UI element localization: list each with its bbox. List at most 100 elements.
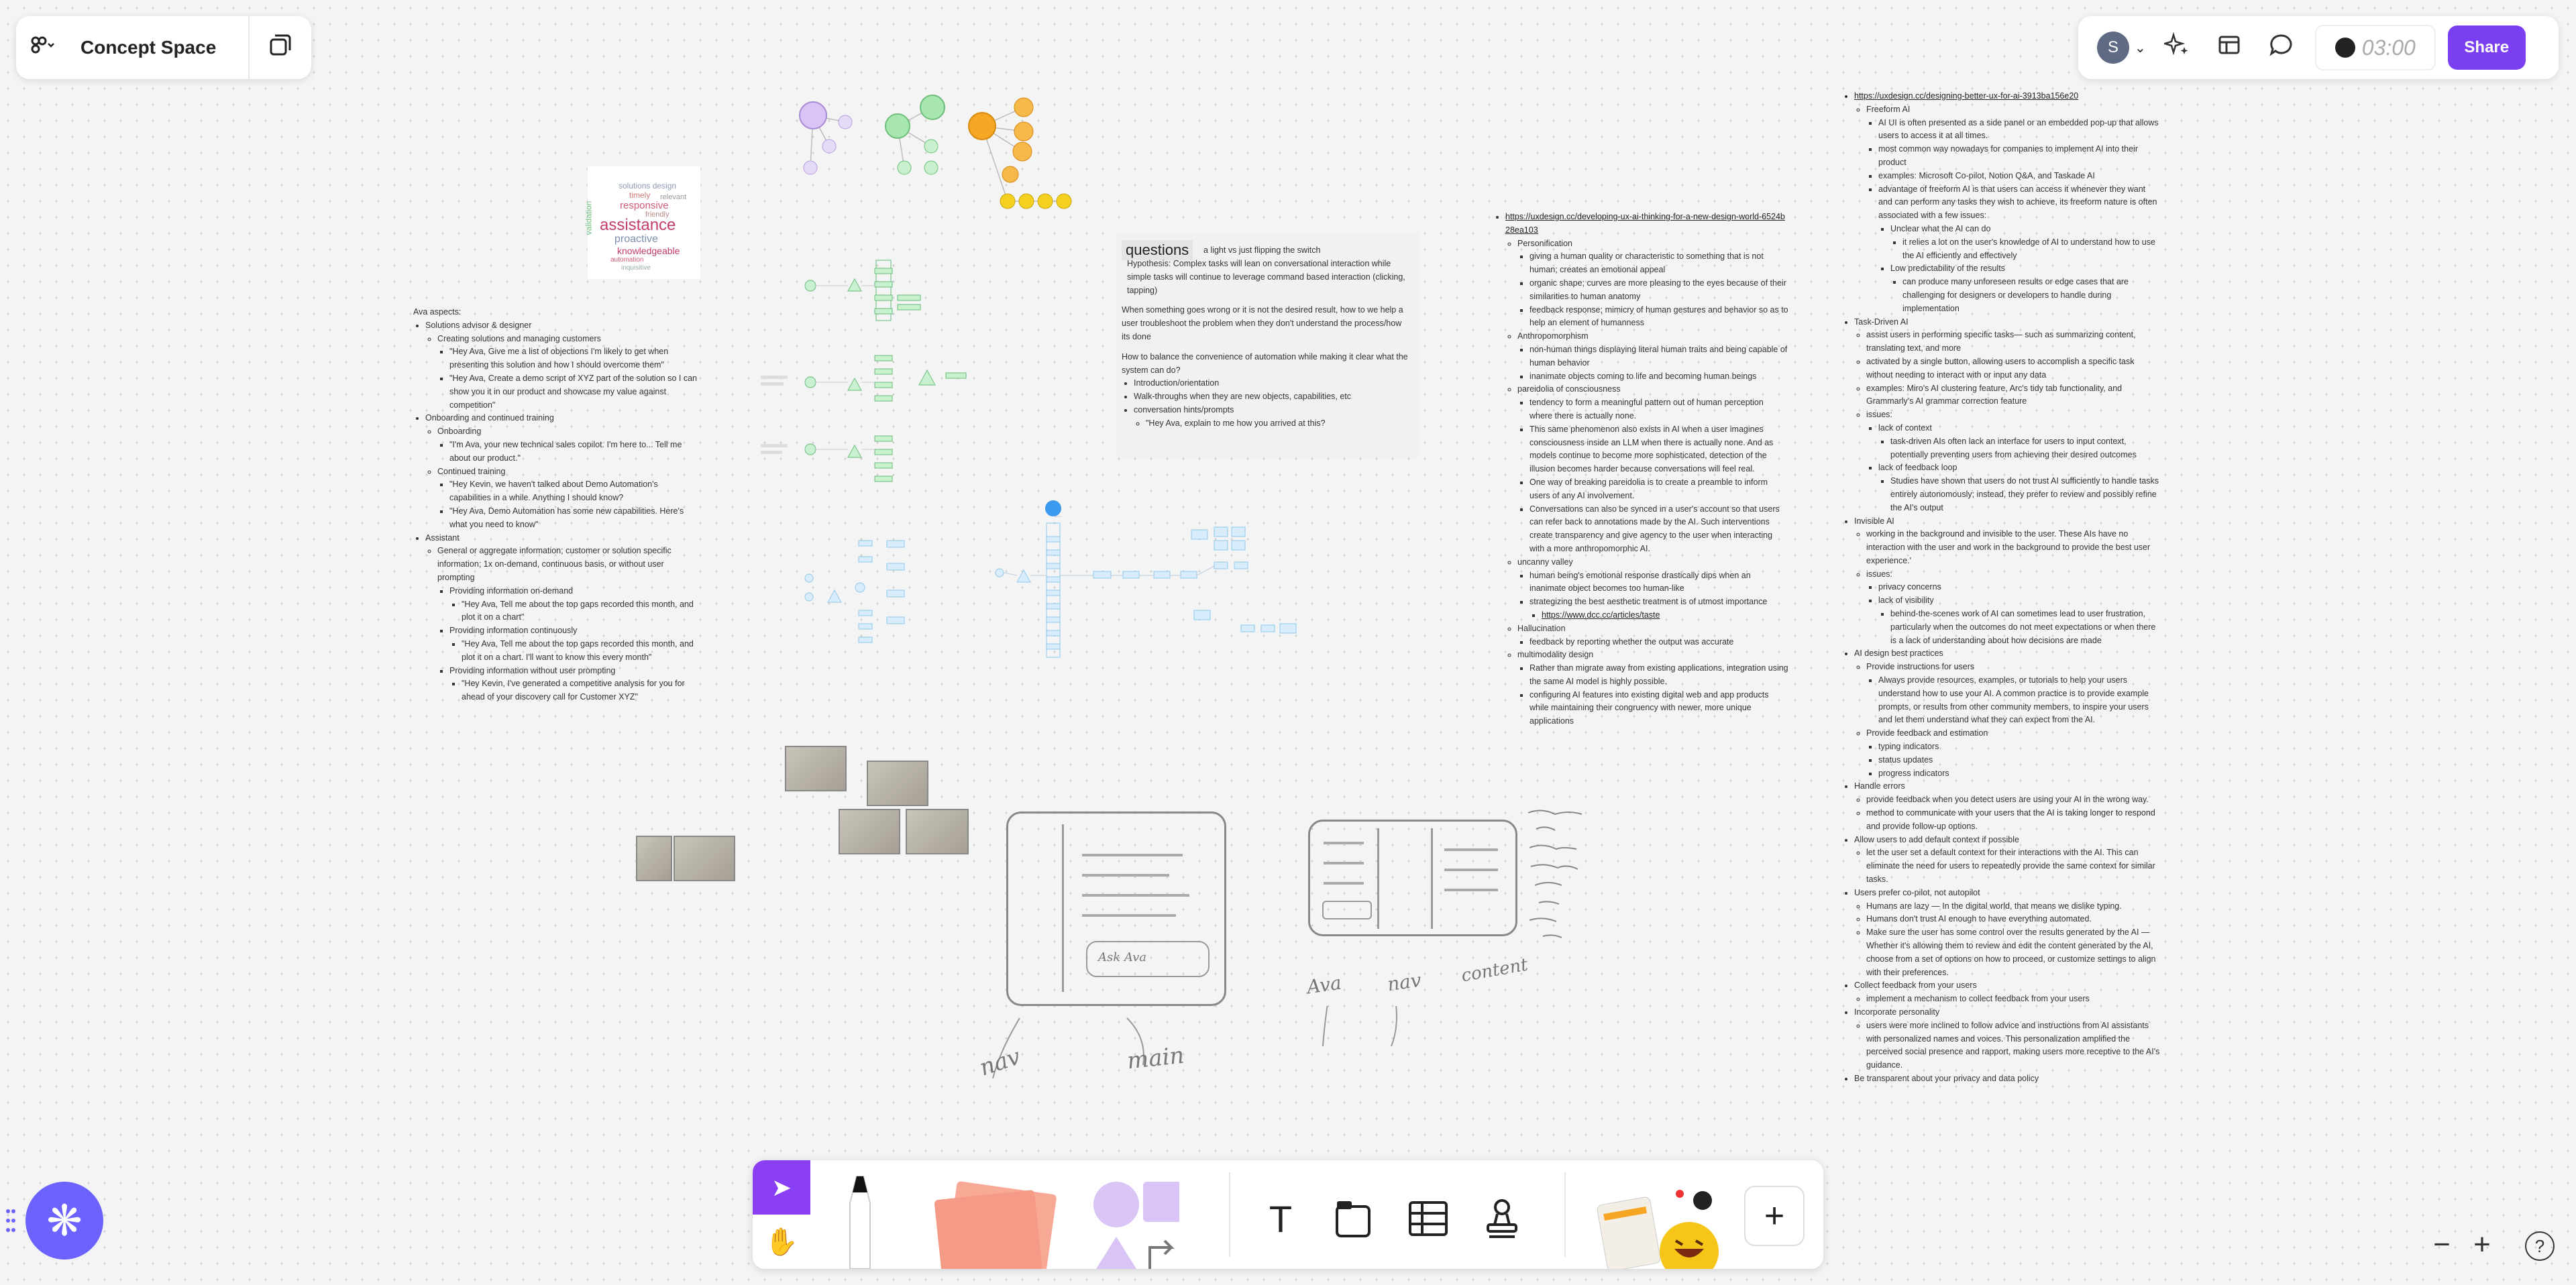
stamp-tool[interactable]	[1472, 1188, 1532, 1249]
word: responsive	[620, 200, 669, 211]
list-item: feedback response; mimicry of human gest…	[1529, 304, 1788, 331]
sketch-label: Ava	[1305, 971, 1343, 999]
list-item: non-human things displaying literal huma…	[1529, 343, 1788, 370]
file-bar: Concept Space	[16, 16, 311, 79]
ux-for-ai-notes[interactable]: https://uxdesign.cc/designing-better-ux-…	[1842, 90, 2160, 1086]
sketch-photo[interactable]	[839, 809, 900, 854]
text-tool[interactable]: T	[1250, 1188, 1311, 1249]
list-item: https://uxdesign.cc/developing-ux-ai-thi…	[1505, 211, 1788, 728]
section-tool[interactable]	[1323, 1188, 1383, 1249]
doc-heading: Ava aspects:	[413, 307, 462, 317]
ai-sparkle-button[interactable]	[2155, 26, 2198, 69]
list-item: Studies have shown that users do not tru…	[1890, 475, 2160, 514]
main-menu-button[interactable]	[16, 16, 70, 79]
list-item: can produce many unforeseen results or e…	[1902, 276, 2160, 315]
shapes-tool[interactable]	[1092, 1172, 1179, 1269]
wireframe-sketch[interactable]: Ask Ava	[1006, 812, 1226, 1006]
list-item: strategizing the best aesthetic treatmen…	[1529, 596, 1788, 622]
list-item: examples: Miro's AI clustering feature, …	[1866, 382, 2160, 409]
toolbar-divider	[1229, 1172, 1230, 1257]
zoom-out-button[interactable]: −	[2424, 1227, 2459, 1262]
marker-tool[interactable]	[820, 1172, 900, 1269]
help-button[interactable]: ?	[2525, 1231, 2555, 1261]
list-item: Incorporate personality users were more …	[1854, 1006, 2160, 1072]
layout-button[interactable]	[2208, 26, 2251, 69]
list-item: privacy concerns	[1878, 581, 2160, 594]
widgets-tool[interactable]	[1589, 1174, 1723, 1269]
hand-tool[interactable]: ✋	[753, 1215, 810, 1269]
move-tool[interactable]: ➤	[753, 1160, 810, 1215]
list-item: "Hey Kevin, we haven't talked about Demo…	[449, 478, 702, 505]
timer-widget[interactable]: 03:00	[2314, 25, 2436, 70]
pen-icon	[849, 1176, 871, 1269]
list-item: Anthropomorphism non-human things displa…	[1517, 330, 1788, 383]
flow-diagram-column[interactable]	[757, 255, 971, 496]
table-icon	[1409, 1201, 1448, 1236]
list-item: Rather than migrate away from existing a…	[1529, 662, 1788, 689]
word-cloud[interactable]: solutions design timely relevant respons…	[584, 166, 700, 279]
drag-handle[interactable]	[5, 1207, 16, 1234]
sketch-photo[interactable]	[785, 746, 847, 791]
bottom-toolbar: ➤ ✋ T +	[753, 1160, 1823, 1269]
sketch-connector-lines	[992, 1006, 1397, 1079]
list-item: assist users in performing specific task…	[1866, 329, 2160, 355]
more-tools-button[interactable]: +	[1744, 1186, 1805, 1246]
list-item: One way of breaking pareidolia is to cre…	[1529, 476, 1788, 503]
article-link[interactable]: https://www.dcc.cc/articles/taste	[1542, 610, 1660, 620]
pages-button[interactable]	[250, 32, 311, 64]
list-item: "Hey Ava, explain to me how you arrived …	[1146, 417, 1411, 431]
list-item: General or aggregate information; custom…	[437, 545, 702, 704]
list-item: Provide instructions for usersAlways pro…	[1866, 661, 2160, 727]
list-item: examples: Microsoft Co-pilot, Notion Q&A…	[1878, 170, 2160, 183]
org-chart-cluster[interactable]	[792, 80, 1087, 221]
list-item: "I'm Ava, your new technical sales copil…	[449, 439, 702, 465]
list-item: Allow users to add default context if po…	[1854, 834, 2160, 887]
list-item: status updates	[1878, 754, 2160, 767]
list-item: Collect feedback from your users impleme…	[1854, 979, 2160, 1006]
list-item: Humans don't trust AI enough to have eve…	[1866, 913, 2160, 926]
ux-ai-thinking-notes[interactable]: https://uxdesign.cc/developing-ux-ai-thi…	[1493, 211, 1788, 728]
list-item: "Hey Kevin, I've generated a competitive…	[462, 677, 702, 704]
widget-launcher-button[interactable]: ❋	[25, 1182, 103, 1260]
ava-aspects-notes[interactable]: Ava aspects: Solutions advisor & designe…	[413, 306, 702, 704]
cursor-icon: ➤	[771, 1173, 792, 1201]
comment-button[interactable]	[2260, 26, 2303, 69]
list-item: lack of visibilitybehind-the-scenes work…	[1878, 594, 2160, 647]
sketch-label: nav	[1385, 968, 1423, 996]
list-item: giving a human quality or characteristic…	[1529, 250, 1788, 277]
list-item: uncanny valley human being's emotional r…	[1517, 556, 1788, 622]
add-icon: +	[1764, 1196, 1785, 1235]
word: solutions design	[619, 181, 677, 190]
table-tool[interactable]	[1398, 1188, 1458, 1249]
user-avatar[interactable]: S	[2097, 32, 2129, 64]
list-item: it relies a lot on the user's knowledge …	[1902, 236, 2160, 263]
scribble-notes	[1527, 809, 1582, 938]
list-item: issues: lack of contexttask-driven AIs o…	[1866, 408, 2160, 514]
list-item: "Hey Ava, Give me a list of objections I…	[449, 345, 702, 372]
article-link[interactable]: https://uxdesign.cc/designing-better-ux-…	[1854, 91, 2078, 101]
sketch-photo[interactable]	[867, 761, 928, 806]
wireframe-sketch[interactable]	[1308, 820, 1517, 936]
chevron-down-icon[interactable]: ⌄	[2135, 40, 2146, 56]
questions-card[interactable]: questions a light vs just flipping the s…	[1116, 232, 1419, 457]
share-button[interactable]: Share	[2447, 25, 2526, 70]
sticky-note-tool[interactable]	[924, 1180, 1065, 1269]
list-item: https://www.dcc.cc/articles/taste	[1542, 609, 1788, 622]
list-item: https://uxdesign.cc/designing-better-ux-…	[1854, 90, 2160, 316]
file-title[interactable]: Concept Space	[70, 37, 248, 58]
word: automation	[610, 256, 644, 264]
list-item: lack of contexttask-driven AIs often lac…	[1878, 422, 2160, 461]
zoom-in-button[interactable]: +	[2465, 1227, 2500, 1262]
sketch-label: content	[1460, 954, 1529, 987]
list-item: progress indicators	[1878, 767, 2160, 781]
sketch-photo[interactable]	[674, 836, 735, 881]
sketch-photo[interactable]	[636, 836, 672, 881]
blue-flow-diagram[interactable]	[798, 496, 1315, 684]
sketch-photo[interactable]	[906, 809, 969, 854]
timer-icon	[2334, 38, 2355, 58]
list-item: Onboarding and continued training Onboar…	[425, 412, 702, 531]
article-link[interactable]: https://uxdesign.cc/developing-ux-ai-thi…	[1505, 212, 1785, 235]
list-item: conversation hints/prompts "Hey Ava, exp…	[1134, 404, 1411, 431]
list-item: Always provide resources, examples, or t…	[1878, 674, 2160, 727]
list-item: multimodality design Rather than migrate…	[1517, 649, 1788, 728]
